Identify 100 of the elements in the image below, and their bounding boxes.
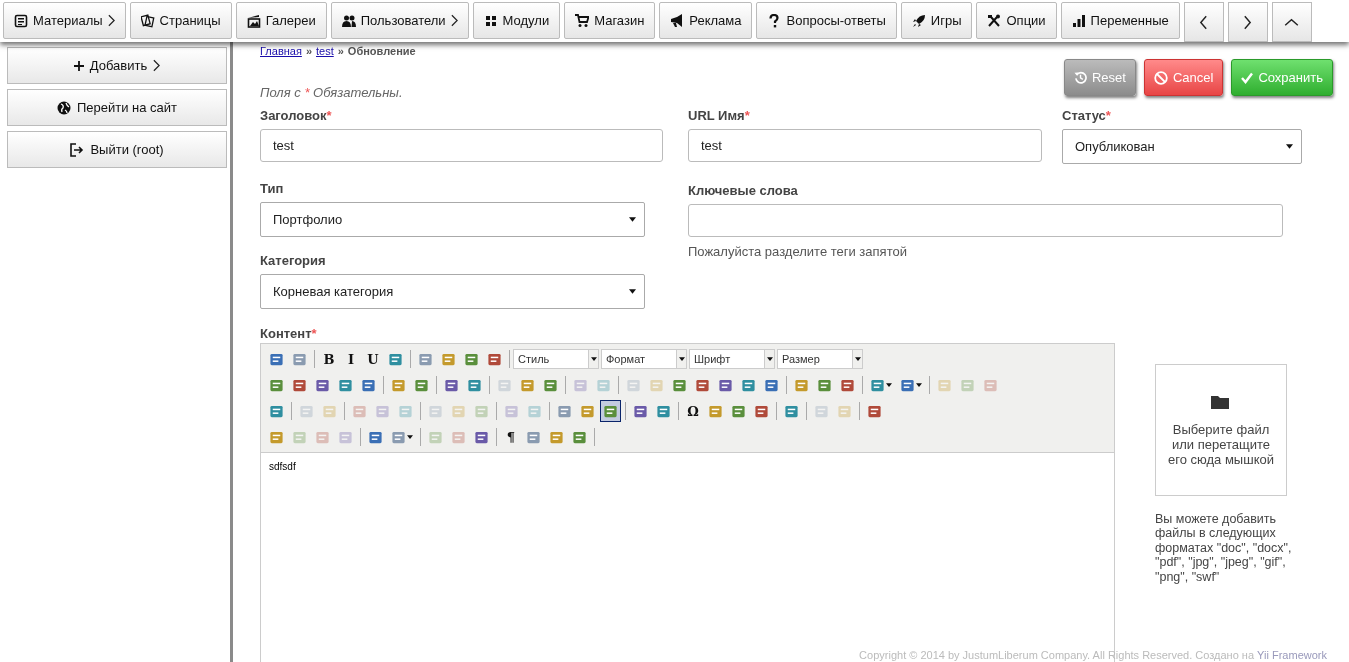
collapse-button[interactable] — [1271, 2, 1312, 42]
dropdown-select[interactable]: Опубликован — [1062, 129, 1302, 164]
logout-icon — [70, 142, 85, 157]
tool-icon — [526, 429, 541, 445]
nav-menu-button[interactable]: Галереи — [235, 2, 327, 39]
dropdown-arrow-icon — [629, 289, 636, 294]
tool-icon — [741, 377, 756, 393]
nav-menu-button[interactable]: Страницы — [129, 2, 232, 39]
toolbar-button[interactable]: ¶ — [501, 426, 521, 448]
field-label: Ключевые слова — [688, 183, 799, 198]
nav-menu-button[interactable]: Пользователи — [330, 2, 469, 39]
nav-menu-button[interactable]: Материалы — [3, 2, 126, 39]
plus-icon — [73, 60, 84, 71]
gallery-icon — [246, 13, 261, 28]
tool-icon — [837, 403, 852, 419]
nav-menu-button[interactable]: Опции — [976, 2, 1057, 39]
toolbar-button[interactable] — [600, 400, 621, 422]
tool-icon — [487, 351, 502, 367]
toolbar-button[interactable]: B — [319, 348, 339, 370]
tool-icon — [794, 377, 809, 393]
chevron-right-icon — [450, 14, 458, 27]
tool-icon — [451, 403, 466, 419]
tool-icon — [695, 377, 710, 393]
check-icon — [1241, 71, 1254, 84]
breadcrumb-link[interactable]: test — [316, 45, 334, 57]
tool-icon — [292, 351, 307, 367]
tool-icon — [557, 403, 572, 419]
keywords-input[interactable] — [688, 204, 1283, 237]
breadcrumb-separator: » — [305, 45, 312, 57]
question-icon — [767, 13, 782, 28]
tool-icon — [269, 377, 284, 393]
tool-icon — [269, 429, 284, 445]
scroll-left-button[interactable] — [1183, 2, 1224, 42]
chevron-left-icon — [1199, 14, 1209, 30]
tool-icon — [391, 429, 406, 445]
tool-icon — [414, 377, 429, 393]
tool-icon — [731, 403, 746, 419]
ban-icon — [1153, 70, 1168, 85]
tool-icon — [474, 403, 489, 419]
nav-menu-button[interactable]: Вопросы-ответы — [756, 2, 897, 39]
history-icon — [1073, 71, 1087, 84]
toolbar-dropdown[interactable]: Формат — [601, 349, 687, 369]
list-icon — [14, 13, 28, 28]
editor-text[interactable]: sdfsdf — [261, 453, 1114, 480]
tool-icon — [633, 403, 648, 419]
title-input[interactable]: test — [260, 129, 663, 162]
tool-icon — [315, 429, 330, 445]
tool-icon — [388, 351, 403, 367]
required-fields-note: Поля с * Обязательны. — [260, 85, 403, 100]
breadcrumb-link[interactable]: Главная — [260, 45, 302, 57]
sidebar-button[interactable]: Выйти (root) — [7, 131, 227, 168]
globe-icon — [56, 100, 71, 115]
nav-menu-button[interactable]: Магазин — [564, 2, 656, 39]
nav-menu-button[interactable]: Модули — [472, 2, 561, 39]
tool-icon — [983, 377, 998, 393]
dropdown-select[interactable]: Портфолио — [260, 202, 645, 237]
tool-icon — [754, 403, 769, 419]
tool-icon — [497, 377, 512, 393]
tool-icon — [292, 429, 307, 445]
sidebar-button[interactable]: Перейти на сайт — [7, 89, 227, 126]
nav-menu-button[interactable]: Реклама — [659, 2, 753, 39]
field-label: URL Имя* — [688, 108, 751, 123]
tool-icon — [626, 377, 641, 393]
chevron-up-icon — [1284, 17, 1300, 27]
bars-chart-icon — [1071, 13, 1086, 28]
tool-icon — [315, 377, 330, 393]
toolbar-button[interactable]: Ω — [683, 400, 703, 422]
toolbar-dropdown[interactable]: Размер — [777, 349, 863, 369]
breadcrumb-current: Обновление — [347, 45, 416, 57]
rocket-icon — [911, 13, 926, 28]
tool-icon — [573, 377, 588, 393]
url-name-input[interactable]: test — [688, 129, 1042, 162]
tools-icon — [987, 13, 1002, 28]
tool-icon — [352, 403, 367, 419]
field-label: Контент* — [260, 326, 318, 341]
tool-icon — [368, 429, 383, 445]
dropdown-select[interactable]: Корневая категория — [260, 274, 645, 309]
tool-icon — [474, 429, 489, 445]
file-drop-zone[interactable]: Выберите файл или перетащите его сюда мышкой — [1155, 364, 1287, 496]
toolbar-button[interactable]: I — [341, 348, 361, 370]
toolbar-button[interactable]: U — [363, 348, 383, 370]
nav-menu-button[interactable]: Игры — [900, 2, 973, 39]
tool-icon — [580, 403, 595, 419]
dropdown-arrow-icon — [1286, 144, 1293, 149]
tool-icon — [398, 403, 413, 419]
tool-icon — [543, 377, 558, 393]
tool-icon — [764, 377, 779, 393]
tool-icon — [656, 403, 671, 419]
tool-icon — [718, 377, 733, 393]
tool-icon — [572, 429, 587, 445]
nav-menu-button[interactable]: Переменные — [1060, 2, 1180, 39]
chevron-right-icon — [1243, 14, 1253, 30]
toolbar-dropdown[interactable]: Стиль — [513, 349, 599, 369]
tool-icon — [549, 429, 564, 445]
tool-icon — [708, 403, 723, 419]
tool-icon — [428, 403, 443, 419]
sidebar-button[interactable]: Добавить — [7, 47, 227, 84]
scroll-right-button[interactable] — [1227, 2, 1268, 42]
dropdown-arrow-icon — [886, 383, 892, 387]
toolbar-dropdown[interactable]: Шрифт — [689, 349, 775, 369]
